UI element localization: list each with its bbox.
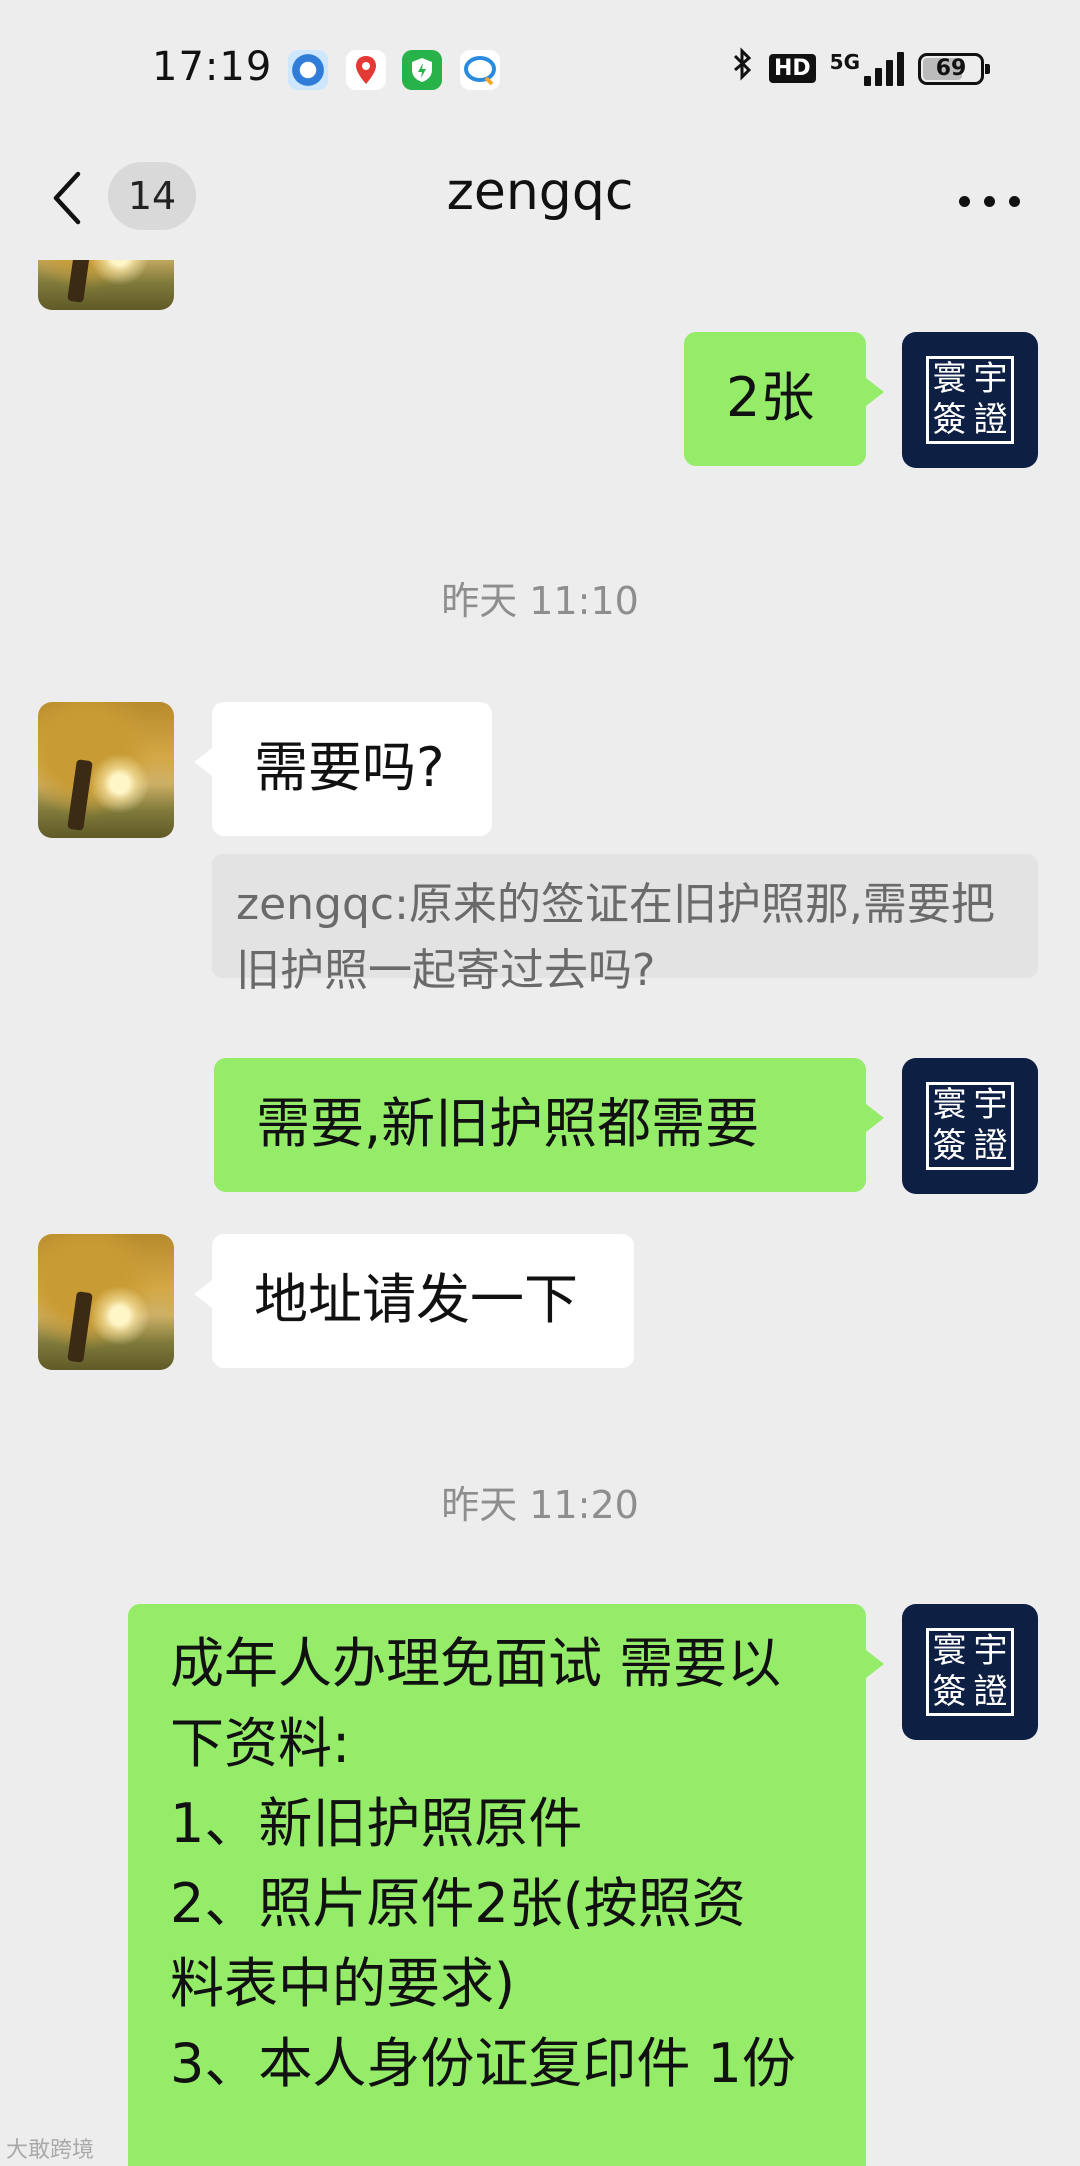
status-time: 17:19 [152,44,273,90]
my-avatar[interactable]: 寰宇簽證 [902,332,1038,468]
network-type: 5G [829,49,860,74]
message-bubble-outgoing[interactable]: 2张 [684,332,884,466]
message-timestamp: 昨天 11:20 [441,1483,639,1527]
logo-mark: 寰宇簽證 [926,1082,1014,1170]
message-text: 2张 [726,366,815,429]
message-line: 2、照片原件2张(按照资 [170,1872,746,1935]
battery-icon: 69 [918,52,990,85]
watermark: 大敢跨境 [6,2138,95,2163]
logo-mark: 寰宇簽證 [926,1628,1014,1716]
network-indicator: 5G [829,49,904,86]
chat-messages[interactable]: 2张 寰宇簽證 昨天 11:10 需要吗? zengqc:原来的签证在旧护照那,… [0,260,1080,2166]
message-text: 地址请发一下 [254,1268,578,1331]
security-shield-icon [402,50,442,90]
more-options-button[interactable] [959,196,1020,207]
message-line: 1、新旧护照原件 [170,1792,583,1855]
chat-title: zengqc [446,162,634,222]
baidu-map-icon [346,50,386,90]
logo-mark: 寰宇簽證 [926,356,1014,444]
hd-badge: HD [768,54,816,83]
more-dot [984,196,995,207]
browser-icon [288,50,328,90]
message-text: 需要吗? [254,736,445,799]
chat-app-icon [460,50,500,90]
more-dot [1009,196,1020,207]
chat-header: 14 zengqc [0,140,1080,260]
battery-level: 69 [935,56,967,81]
more-dot [959,196,970,207]
message-line: 料表中的要求) [170,1952,516,2015]
my-avatar[interactable]: 寰宇簽證 [902,1058,1038,1194]
my-avatar[interactable]: 寰宇簽證 [902,1604,1038,1740]
message-line: 成年人办理免面试 需要以 [170,1632,782,1695]
message-bubble-outgoing[interactable]: 成年人办理免面试 需要以 下资料: 1、新旧护照原件 2、照片原件2张(按照资 … [128,1604,884,2166]
status-bar: 17:19 HD 5G 69 [0,0,1080,140]
message-bubble-incoming[interactable]: 地址请发一下 [194,1234,634,1368]
quoted-message[interactable]: zengqc:原来的签证在旧护照那,需要把旧护照一起寄过去吗? [212,854,1038,996]
message-bubble-outgoing[interactable]: 需要,新旧护照都需要 [214,1058,884,1192]
message-bubble-incoming[interactable]: 需要吗? [194,702,492,836]
signal-bars-icon [864,51,904,86]
bluetooth-icon [731,46,755,91]
message-line: 下资料: [170,1712,351,1775]
message-line: 3、本人身份证复印件 1份 [170,2032,796,2095]
message-text: 需要,新旧护照都需要 [256,1092,760,1155]
message-timestamp: 昨天 11:10 [441,579,639,623]
contact-avatar[interactable] [38,702,174,838]
quoted-text: zengqc:原来的签证在旧护照那,需要把旧护照一起寄过去吗? [236,879,995,996]
contact-avatar[interactable] [38,260,174,310]
contact-avatar[interactable] [38,1234,174,1370]
status-right: HD 5G 69 [731,46,990,91]
